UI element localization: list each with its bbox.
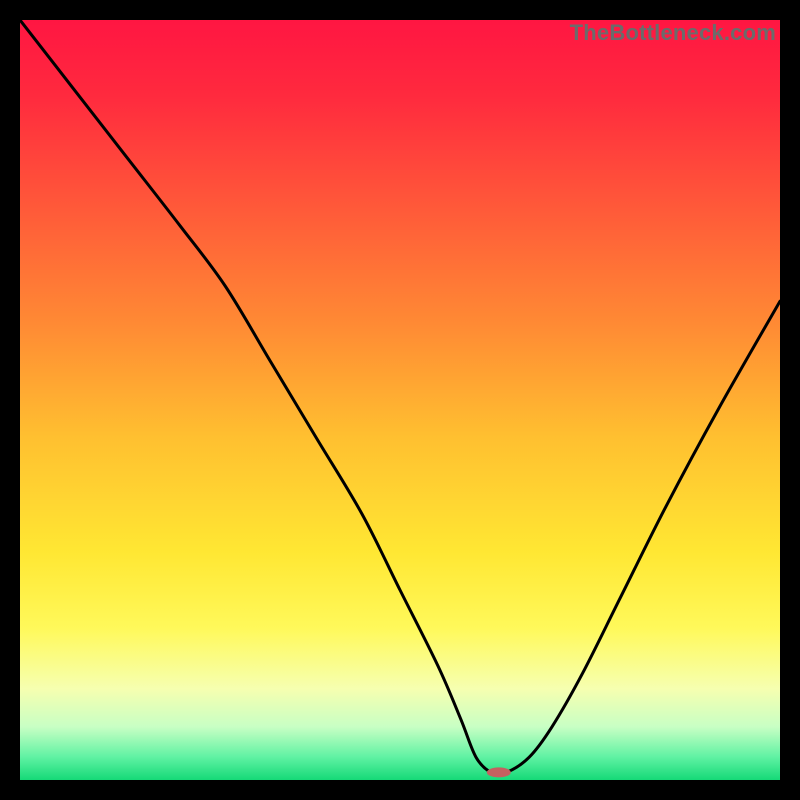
bottleneck-chart bbox=[20, 20, 780, 780]
gradient-background bbox=[20, 20, 780, 780]
chart-frame: TheBottleneck.com bbox=[20, 20, 780, 780]
watermark-text: TheBottleneck.com bbox=[570, 20, 776, 46]
optimal-marker bbox=[487, 767, 511, 777]
